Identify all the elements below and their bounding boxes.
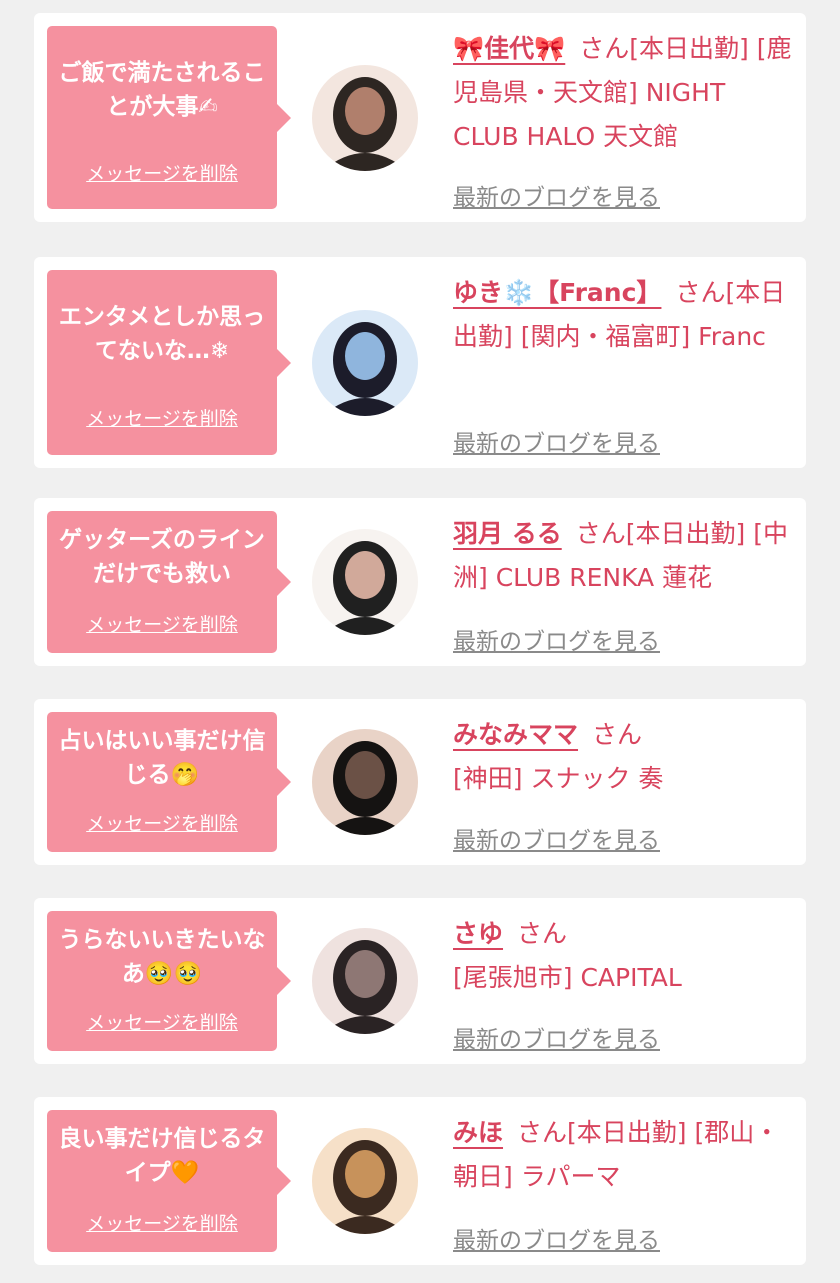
message-card: うらないいきたいなあ🥹🥹 メッセージを削除 さゆ さん [尾張旭市] CAPITAL… bbox=[34, 898, 806, 1064]
message-bubble: 良い事だけ信じるタイプ🧡 メッセージを削除 bbox=[47, 1110, 291, 1252]
message-bubble: ご飯で満たされることが大事✍ メッセージを削除 bbox=[47, 26, 291, 209]
cast-name-link[interactable]: ゆき❄️【Franc】 bbox=[453, 278, 661, 307]
cast-name-link[interactable]: みなみママ bbox=[453, 720, 578, 749]
avatar[interactable] bbox=[312, 529, 418, 635]
entry-info: みなみママ さん [神田] スナック 奏 bbox=[453, 713, 792, 801]
woman-portrait-icon bbox=[312, 1128, 418, 1234]
avatar[interactable] bbox=[312, 729, 418, 835]
entry-info: 羽月 るる さん[本日出勤] [中洲] CLUB RENKA 蓮花 bbox=[453, 512, 792, 600]
entry-info: さゆ さん [尾張旭市] CAPITAL bbox=[453, 912, 792, 1000]
message-text: うらないいきたいなあ🥹🥹 bbox=[58, 927, 266, 987]
view-latest-blog-link[interactable]: 最新のブログを見る bbox=[453, 1221, 660, 1255]
view-latest-blog-link[interactable]: 最新のブログを見る bbox=[453, 424, 660, 458]
avatar[interactable] bbox=[312, 1128, 418, 1234]
delete-message-link[interactable]: メッセージを削除 bbox=[47, 159, 277, 186]
message-card: 占いはいい事だけ信じる🤭 メッセージを削除 みなみママ さん [神田] スナック 奏… bbox=[34, 699, 806, 865]
message-text: ご飯で満たされることが大事✍ bbox=[58, 60, 266, 120]
avatar[interactable] bbox=[312, 310, 418, 416]
delete-message-link[interactable]: メッセージを削除 bbox=[47, 610, 277, 637]
message-bubble: ゲッターズのラインだけでも救い メッセージを削除 bbox=[47, 511, 291, 653]
avatar[interactable] bbox=[312, 928, 418, 1034]
avatar[interactable] bbox=[312, 65, 418, 171]
cast-name-link[interactable]: 羽月 るる bbox=[453, 519, 562, 548]
message-text: ゲッターズのラインだけでも救い bbox=[59, 527, 265, 587]
cast-name-link[interactable]: みほ bbox=[453, 1118, 503, 1147]
message-bubble: うらないいきたいなあ🥹🥹 メッセージを削除 bbox=[47, 911, 291, 1051]
honorific: さん bbox=[592, 720, 643, 749]
cast-detail: [尾張旭市] CAPITAL bbox=[453, 963, 682, 992]
entry-info: みほ さん[本日出勤] [郡山・朝日] ラパーマ bbox=[453, 1111, 792, 1199]
woman-portrait-icon bbox=[312, 928, 418, 1034]
message-card: ゲッターズのラインだけでも救い メッセージを削除 羽月 るる さん[本日出勤] [… bbox=[34, 498, 806, 666]
view-latest-blog-link[interactable]: 最新のブログを見る bbox=[453, 178, 660, 212]
entry-info: 🎀佳代🎀 さん[本日出勤] [鹿児島県・天文館] NIGHT CLUB HALO … bbox=[453, 27, 792, 159]
woman-portrait-icon bbox=[312, 65, 418, 171]
honorific: さん bbox=[517, 1118, 568, 1147]
message-card: ご飯で満たされることが大事✍ メッセージを削除 🎀佳代🎀 さん[本日出勤] [鹿児… bbox=[34, 13, 806, 222]
message-text: エンタメとしか思ってないな…❄ bbox=[58, 304, 266, 364]
message-list: ご飯で満たされることが大事✍ メッセージを削除 🎀佳代🎀 さん[本日出勤] [鹿児… bbox=[0, 0, 840, 1283]
woman-portrait-icon bbox=[312, 729, 418, 835]
delete-message-link[interactable]: メッセージを削除 bbox=[47, 809, 277, 836]
woman-portrait-icon bbox=[312, 310, 418, 416]
view-latest-blog-link[interactable]: 最新のブログを見る bbox=[453, 1020, 660, 1054]
message-text: 占いはいい事だけ信じる🤭 bbox=[58, 728, 266, 788]
entry-info: ゆき❄️【Franc】 さん[本日出勤] [関内・福富町] Franc bbox=[453, 271, 792, 359]
honorific: さん bbox=[517, 919, 568, 948]
delete-message-link[interactable]: メッセージを削除 bbox=[47, 1008, 277, 1035]
message-card: 良い事だけ信じるタイプ🧡 メッセージを削除 みほ さん[本日出勤] [郡山・朝日]… bbox=[34, 1097, 806, 1265]
delete-message-link[interactable]: メッセージを削除 bbox=[47, 404, 277, 431]
message-card: エンタメとしか思ってないな…❄ メッセージを削除 ゆき❄️【Franc】 さん[本… bbox=[34, 257, 806, 468]
woman-portrait-icon bbox=[312, 529, 418, 635]
cast-name-link[interactable]: 🎀佳代🎀 bbox=[453, 34, 565, 63]
message-text: 良い事だけ信じるタイプ🧡 bbox=[58, 1126, 266, 1186]
message-bubble: 占いはいい事だけ信じる🤭 メッセージを削除 bbox=[47, 712, 291, 852]
view-latest-blog-link[interactable]: 最新のブログを見る bbox=[453, 821, 660, 855]
honorific: さん bbox=[575, 519, 626, 548]
delete-message-link[interactable]: メッセージを削除 bbox=[47, 1209, 277, 1236]
cast-detail: [神田] スナック 奏 bbox=[453, 764, 664, 793]
honorific: さん bbox=[675, 278, 726, 307]
honorific: さん bbox=[579, 34, 630, 63]
message-bubble: エンタメとしか思ってないな…❄ メッセージを削除 bbox=[47, 270, 291, 455]
cast-name-link[interactable]: さゆ bbox=[453, 919, 503, 948]
view-latest-blog-link[interactable]: 最新のブログを見る bbox=[453, 622, 660, 656]
